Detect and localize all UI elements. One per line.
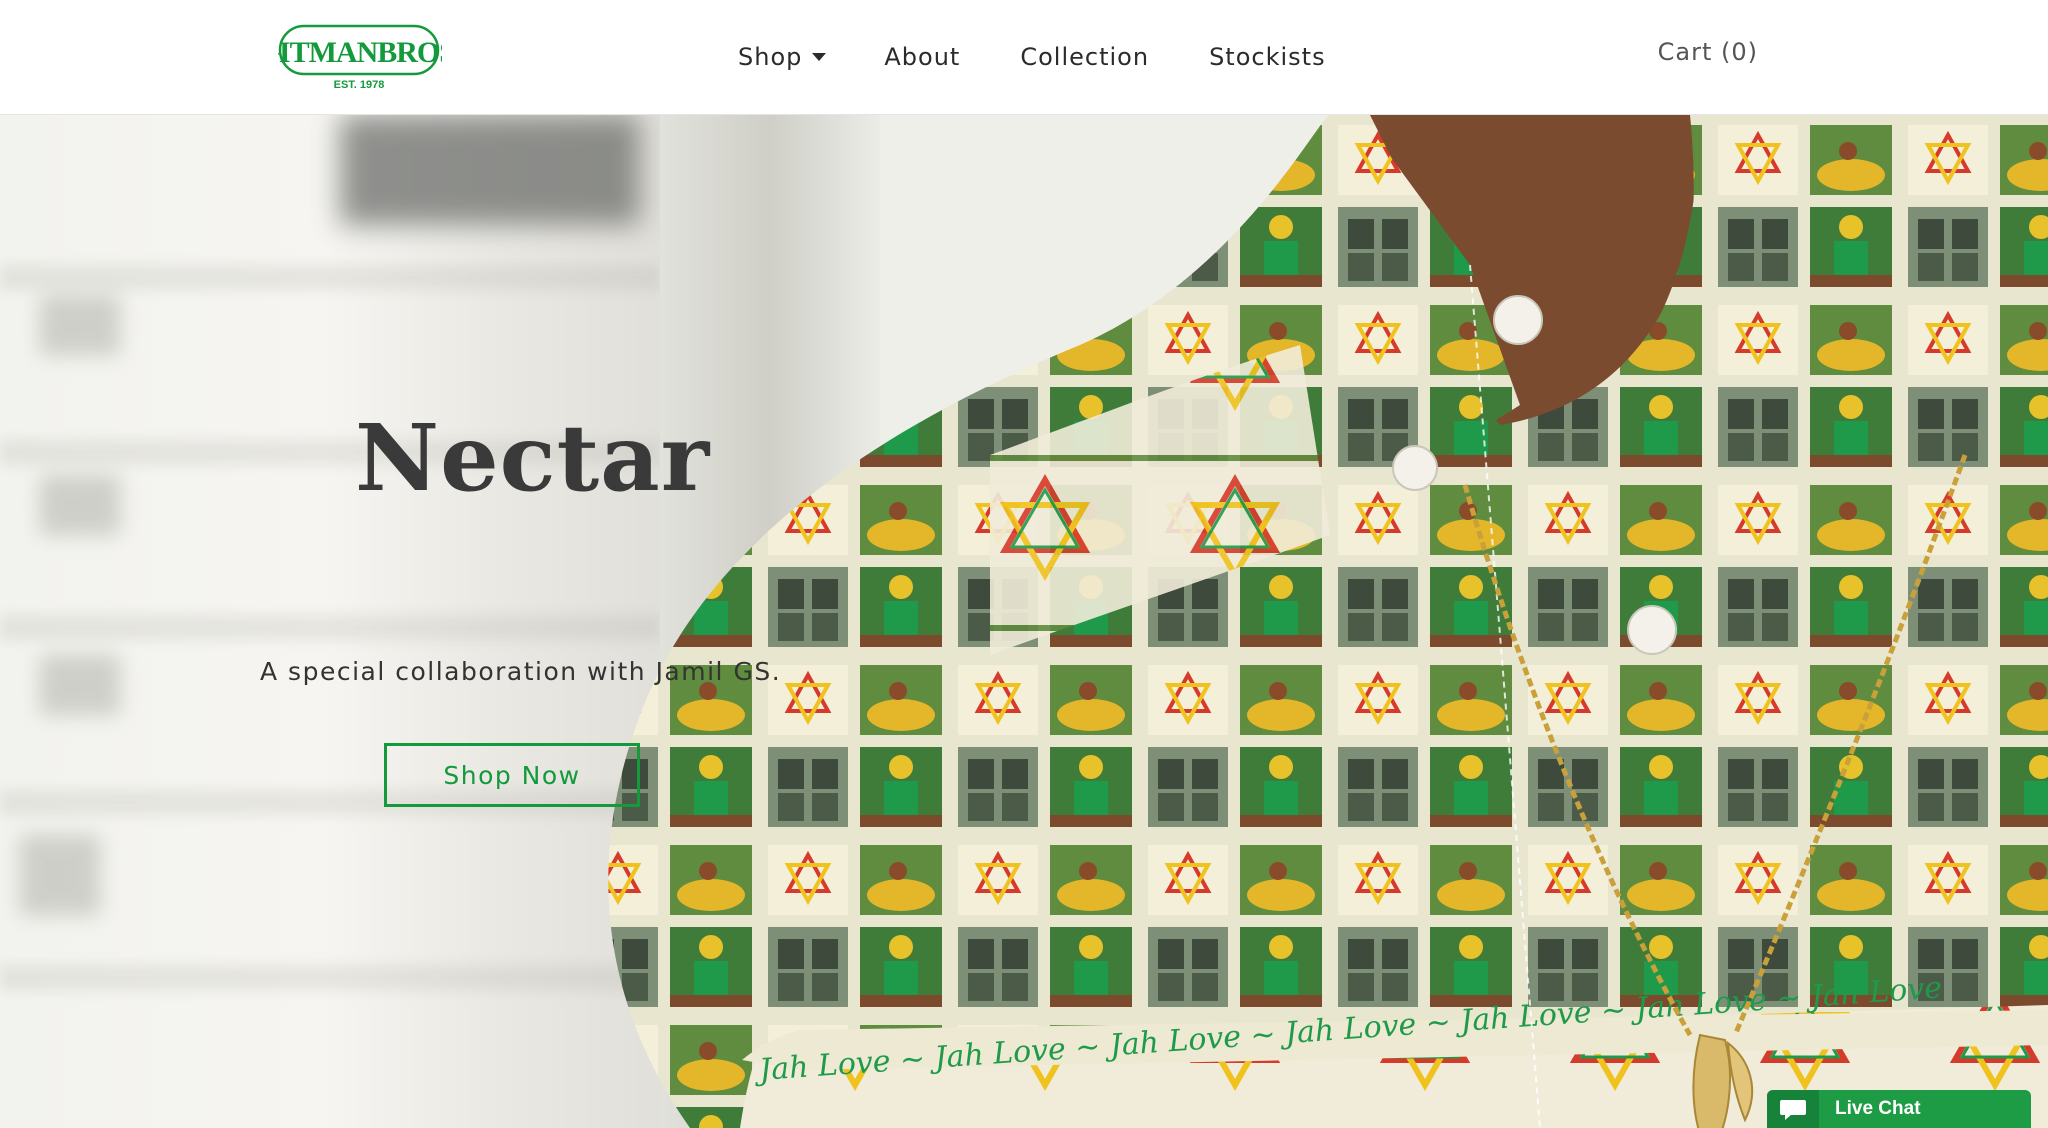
chat-bubble-icon xyxy=(1767,1090,1819,1128)
hero-subtitle: A special collaboration with Jamil GS. xyxy=(260,657,782,686)
shop-now-label: Shop Now xyxy=(443,760,581,790)
site-header: GITMANBROS. EST. 1978 Shop About Collect… xyxy=(0,0,2048,115)
brand-logo[interactable]: GITMANBROS. EST. 1978 xyxy=(278,22,442,94)
nav-item-shop[interactable]: Shop xyxy=(738,43,827,71)
nav-item-stockists[interactable]: Stockists xyxy=(1209,43,1326,71)
nav-item-label: Stockists xyxy=(1209,43,1326,71)
nav-item-label: About xyxy=(884,43,961,71)
chevron-down-icon xyxy=(812,53,827,61)
nav-item-label: Collection xyxy=(1020,43,1150,71)
live-chat-label: Live Chat xyxy=(1835,1098,1921,1119)
cart-link[interactable]: Cart (0) xyxy=(1658,38,1758,66)
shop-now-button[interactable]: Shop Now xyxy=(384,743,640,807)
live-chat-button[interactable]: Live Chat xyxy=(1767,1090,2031,1128)
nav-item-collection[interactable]: Collection xyxy=(1020,43,1149,71)
svg-text:GITMANBROS.: GITMANBROS. xyxy=(278,36,442,69)
hero-title: Nectar xyxy=(355,404,711,512)
main-nav: Shop About Collection Stockists xyxy=(738,36,1326,78)
nav-item-about[interactable]: About xyxy=(884,43,960,71)
svg-text:EST. 1978: EST. 1978 xyxy=(334,79,385,91)
logo-icon: GITMANBROS. EST. 1978 xyxy=(278,24,442,91)
nav-item-label: Shop xyxy=(738,43,803,71)
